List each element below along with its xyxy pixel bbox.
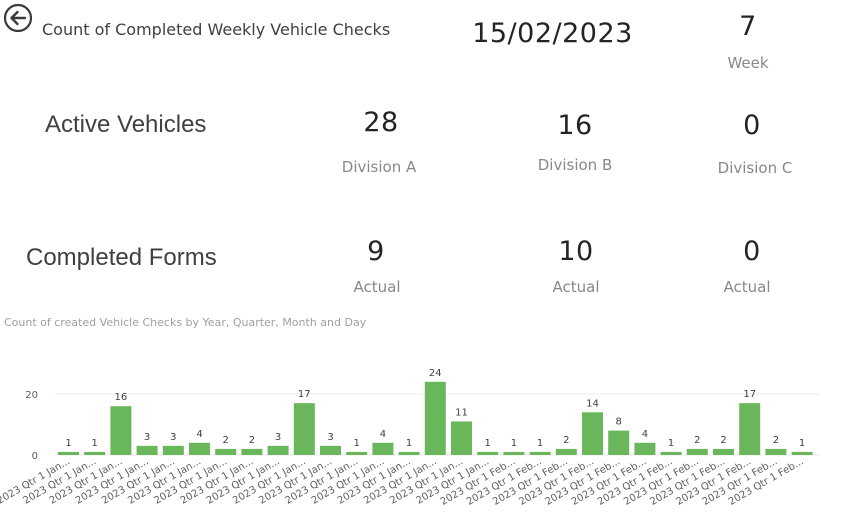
bar: [451, 421, 472, 455]
division-b-value: 16: [557, 110, 593, 141]
forms-division-b-label: Actual: [552, 278, 600, 296]
active-vehicles-title: Active Vehicles: [45, 111, 207, 138]
data-label: 3: [144, 432, 150, 443]
bar: [162, 445, 184, 455]
bar: [84, 451, 106, 455]
data-label: 2: [694, 435, 700, 446]
bar: [791, 451, 813, 455]
data-label: 2: [563, 435, 569, 446]
division-a-label: Division A: [341, 158, 417, 176]
division-a-value: 28: [363, 107, 399, 138]
bar: [189, 442, 210, 455]
data-label: 1: [668, 438, 674, 449]
data-label: 16: [115, 392, 128, 403]
report-date: 15/02/2023: [472, 18, 633, 49]
data-label: 2: [720, 435, 726, 446]
bar: [241, 448, 263, 455]
bar: [608, 430, 630, 455]
week-number: 7: [739, 11, 757, 42]
bar: [136, 445, 158, 455]
bar: [58, 451, 79, 455]
bar: [346, 451, 368, 455]
forms-division-c-label: Actual: [723, 278, 771, 296]
data-label: 1: [537, 438, 543, 449]
completed-forms-title: Completed Forms: [26, 244, 217, 271]
data-label: 24: [429, 368, 442, 379]
back-arrow-icon[interactable]: [3, 3, 33, 33]
data-label: 4: [196, 429, 202, 440]
data-label: 17: [298, 389, 311, 400]
bar: [739, 403, 761, 455]
bar: [582, 412, 603, 455]
data-label: 1: [65, 438, 71, 449]
bar: [529, 451, 551, 455]
chart-title: Count of created Vehicle Checks by Year,…: [4, 316, 367, 329]
bar: [555, 448, 577, 455]
forms-division-b-value: 10: [558, 236, 594, 267]
data-label: 3: [327, 432, 333, 443]
page-title: Count of Completed Weekly Vehicle Checks: [42, 20, 391, 39]
data-label: 1: [92, 438, 98, 449]
data-label: 8: [616, 417, 622, 428]
bar: [398, 451, 420, 455]
y-tick-label: 0: [32, 451, 38, 462]
bar: [293, 403, 315, 455]
data-label: 1: [485, 438, 491, 449]
division-c-label: Division C: [717, 159, 793, 177]
bar: [686, 448, 708, 455]
bar: [503, 451, 525, 455]
forms-division-a-label: Actual: [353, 278, 401, 296]
bar: [765, 448, 787, 455]
bar: [634, 442, 656, 455]
data-label: 11: [455, 407, 468, 418]
bar: [424, 381, 446, 455]
bar: [267, 445, 289, 455]
forms-division-a-value: 9: [367, 236, 385, 267]
data-label: 1: [511, 438, 517, 449]
bar: [110, 406, 132, 455]
bar: [660, 451, 682, 455]
data-label: 3: [170, 432, 176, 443]
bar: [372, 442, 394, 455]
data-label: 4: [380, 429, 386, 440]
data-label: 2: [249, 435, 255, 446]
bar: [477, 451, 499, 455]
data-label: 1: [354, 438, 360, 449]
data-label: 1: [799, 438, 805, 449]
vehicle-checks-bar-chart: 02012023 Qtr 1 Jan...12023 Qtr 1 Jan...1…: [0, 368, 820, 508]
data-label: 3: [275, 432, 281, 443]
data-label: 17: [743, 389, 756, 400]
division-b-label: Division B: [537, 156, 613, 174]
data-label: 2: [773, 435, 779, 446]
data-label: 14: [586, 398, 599, 409]
bar: [320, 445, 341, 455]
bar: [713, 448, 734, 455]
y-tick-label: 20: [25, 390, 38, 401]
data-label: 2: [223, 435, 229, 446]
data-label: 1: [406, 438, 412, 449]
forms-division-c-value: 0: [743, 236, 761, 267]
bar: [215, 448, 237, 455]
data-label: 4: [642, 429, 648, 440]
week-label: Week: [727, 54, 769, 72]
division-c-value: 0: [743, 110, 761, 141]
